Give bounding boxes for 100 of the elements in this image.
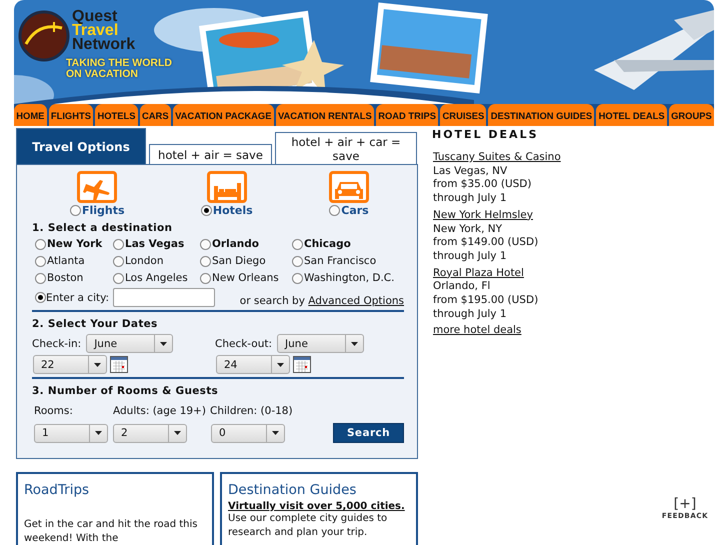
card-text: Get in the car and hit the road this weekend! With the	[24, 518, 199, 545]
radio-label: Los Angeles	[125, 272, 188, 284]
dropdown[interactable]: June	[86, 334, 174, 353]
radio-button[interactable]	[35, 256, 46, 266]
deal-dates: through July 1	[433, 250, 508, 264]
hotel-city: New York, NY	[433, 222, 504, 236]
caret-icon	[272, 431, 279, 435]
hotel-link[interactable]: Tuscany Suites & Casino	[433, 151, 561, 165]
radio-label: Flights	[82, 204, 125, 217]
radio-button[interactable]	[200, 256, 211, 266]
calendar-icon[interactable]	[293, 356, 311, 373]
field-label: Rooms:	[34, 405, 74, 417]
nav-tab[interactable]: HOTELS	[95, 104, 138, 126]
calendar-icon[interactable]	[110, 356, 128, 373]
tab[interactable]: hotel + air + car = save	[275, 132, 417, 164]
radio-label: Las Vegas	[125, 238, 184, 250]
radio-label: Orlando	[212, 238, 259, 250]
tagline: ON VACATION	[66, 69, 139, 80]
radio-label: Hotels	[212, 204, 253, 217]
advanced-options-link[interactable]: Advanced Options	[308, 294, 404, 306]
radio-button[interactable]	[292, 238, 303, 250]
nav-tab[interactable]: FLIGHTS	[48, 104, 94, 126]
tab[interactable]: hotel + air = save	[149, 144, 272, 164]
logo-text: Travel	[72, 24, 118, 38]
card-link[interactable]: Virtually visit over 5,000 cities.	[228, 501, 405, 512]
section-heading: 2. Select Your Dates	[32, 318, 159, 330]
hotel-link[interactable]: New York Helmsley	[433, 208, 561, 223]
radio-button[interactable]	[200, 238, 211, 250]
dropdown[interactable]: 22	[33, 355, 107, 374]
radio-button[interactable]	[292, 272, 303, 284]
radio-button[interactable]	[200, 205, 212, 216]
radio-label: San Francisco	[304, 255, 376, 267]
nav-tab[interactable]: HOTEL DEALS	[596, 104, 667, 126]
section-heading: 1. Select a destination	[32, 222, 174, 234]
tagline: TAKING THE WORLD	[66, 58, 173, 69]
hotel-price: from $195.00 (USD)	[433, 294, 540, 308]
section-heading: 3. Number of Rooms & Guests	[32, 385, 220, 397]
radio-button[interactable]	[329, 205, 340, 216]
radio-label: Enter a city:	[46, 292, 110, 304]
hotel-link[interactable]: Royal Plaza Hotel	[433, 266, 561, 280]
nav-tab[interactable]: VACATION RENTALS	[276, 104, 374, 126]
radio-button[interactable]	[70, 205, 81, 216]
radio-button[interactable]	[292, 256, 303, 266]
tab[interactable]: Travel Options	[16, 128, 146, 164]
nav-tab[interactable]: CARS	[140, 104, 171, 126]
radio-label: Cars	[341, 204, 369, 217]
radio-button[interactable]	[113, 238, 124, 250]
radio-label: London	[125, 255, 164, 267]
caret-icon	[277, 362, 284, 366]
nav-tab[interactable]: HOME	[14, 104, 47, 126]
deal-dates: through July 1	[433, 192, 508, 206]
dropdown[interactable]: 24	[216, 355, 290, 374]
radio-label: Chicago	[304, 238, 351, 250]
radio-button[interactable]	[113, 256, 124, 266]
section-title: HOTEL DEALS	[432, 128, 540, 141]
caret-icon	[174, 431, 181, 435]
nav-tab[interactable]: GROUPS	[668, 104, 714, 126]
caret-icon	[351, 342, 358, 346]
nav-tab[interactable]: VACATION PACKAGE	[172, 104, 274, 126]
hotel-city: Orlando, Fl	[433, 280, 492, 294]
card-text: Use our complete city guides to research and plan your trip.	[228, 512, 388, 540]
dropdown[interactable]: 0	[211, 424, 285, 442]
radio-label: Atlanta	[47, 255, 85, 267]
nav-tab[interactable]: DESTINATION GUIDES	[488, 104, 594, 126]
radio-button[interactable]	[200, 272, 211, 284]
deal-dates: through July 1	[433, 308, 508, 322]
card-title[interactable]: Destination Guides	[228, 482, 410, 498]
nav-tab[interactable]: CRUISES	[440, 104, 486, 126]
bed-tile-icon[interactable]	[206, 171, 247, 203]
radio-label: New Orleans	[212, 272, 279, 284]
search-button[interactable]: Search	[333, 423, 404, 443]
nav-tab[interactable]: ROAD TRIPS	[376, 104, 438, 126]
dropdown[interactable]: June	[277, 334, 364, 353]
hotel-city: Las Vegas, NV	[433, 164, 508, 178]
radio-button[interactable]	[35, 238, 46, 250]
field-label: Check-in:	[32, 338, 82, 350]
plane-tile-icon[interactable]	[77, 171, 118, 203]
logo-text: Quest	[72, 10, 118, 24]
hotel-price: from $149.00 (USD)	[433, 236, 540, 250]
logo-text: Network	[72, 38, 136, 52]
radio-button[interactable]	[35, 292, 46, 303]
caret-icon	[94, 362, 101, 366]
radio-label: Boston	[47, 272, 84, 284]
radio-button[interactable]	[35, 272, 46, 284]
caret-icon	[160, 342, 168, 346]
radio-label: Washington, D.C.	[304, 272, 394, 284]
card-title[interactable]: RoadTrips	[24, 482, 206, 498]
city-input-field[interactable]	[113, 288, 216, 307]
hotel-price: from $35.00 (USD)	[433, 178, 532, 192]
radio-label: New York	[47, 238, 102, 250]
field-label: Check-out:	[215, 338, 272, 350]
radio-label: San Diego	[212, 255, 266, 267]
car-tile-icon[interactable]	[328, 171, 369, 203]
radio-button[interactable]	[113, 272, 124, 284]
caret-icon	[95, 431, 102, 435]
more-deals-link[interactable]: more hotel deals	[433, 324, 561, 336]
field-label: Adults: (age 19+)	[113, 405, 207, 417]
dropdown[interactable]: 2	[113, 424, 187, 442]
field-label: Children: (0-18)	[210, 405, 294, 417]
dropdown[interactable]: 1	[34, 424, 108, 442]
